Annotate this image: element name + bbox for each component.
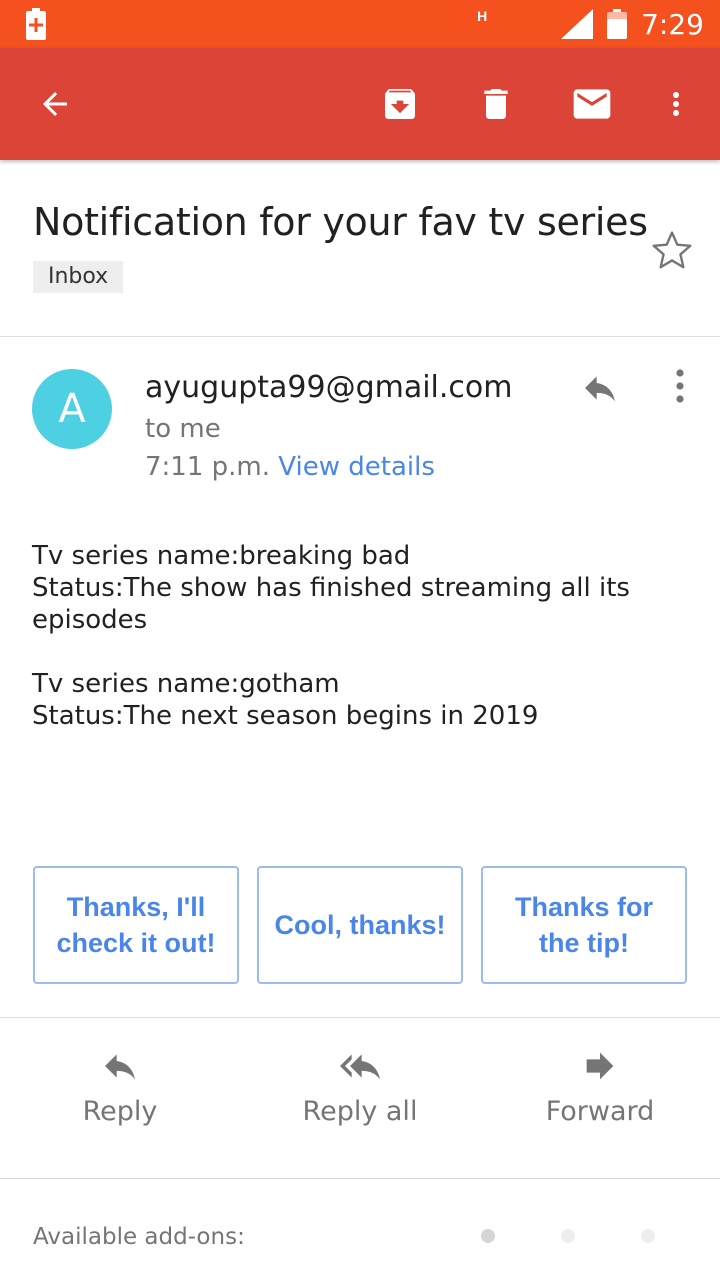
avatar[interactable]: A	[32, 369, 112, 449]
network-type: H	[477, 8, 488, 24]
body-line: Tv series name:gotham	[32, 669, 340, 699]
forward-button[interactable]: Forward	[500, 1046, 700, 1127]
forward-label: Forward	[545, 1096, 655, 1127]
email-time: 7:11 p.m.	[145, 452, 271, 482]
divider	[0, 1017, 720, 1018]
app-bar	[0, 48, 720, 160]
sender-email: ayugupta99@gmail.com	[145, 370, 513, 405]
status-bar: H 7:29	[0, 0, 720, 48]
star-icon[interactable]	[650, 228, 694, 272]
reply-button[interactable]: Reply	[20, 1046, 220, 1127]
more-vert-icon[interactable]	[652, 80, 700, 128]
battery-saver-icon	[26, 8, 46, 40]
recipient-text: to me	[145, 414, 221, 444]
archive-icon[interactable]	[376, 80, 424, 128]
reply-icon[interactable]	[578, 368, 622, 408]
signal-icon	[561, 9, 594, 39]
body-line: Status:The next season begins in 2019	[32, 701, 539, 731]
reply-all-icon	[340, 1054, 380, 1080]
time-line: 7:11 p.m. View details	[145, 452, 435, 482]
divider	[0, 336, 720, 337]
message-more-icon[interactable]	[668, 366, 692, 406]
smart-reply-button[interactable]: Thanks, I'll check it out!	[33, 866, 239, 984]
back-arrow-icon[interactable]	[31, 80, 79, 128]
view-details-link[interactable]: View details	[278, 452, 435, 482]
addon-placeholder-icon[interactable]	[561, 1229, 575, 1243]
addons-label: Available add-ons:	[33, 1224, 245, 1250]
reply-all-label: Reply all	[302, 1096, 418, 1127]
smart-reply-button[interactable]: Thanks for the tip!	[481, 866, 687, 984]
delete-icon[interactable]	[472, 80, 520, 128]
addon-placeholder-icon[interactable]	[641, 1229, 655, 1243]
body-line: Tv series name:breaking bad	[32, 541, 411, 571]
forward-icon	[586, 1052, 614, 1080]
reply-all-button[interactable]: Reply all	[260, 1046, 460, 1127]
mark-unread-icon[interactable]	[568, 80, 616, 128]
body-line: Status:The show has finished streaming a…	[32, 573, 630, 635]
email-subject: Notification for your fav tv series	[33, 200, 648, 244]
battery-icon	[607, 9, 628, 39]
email-body: Tv series name:breaking bad Status:The s…	[32, 540, 672, 732]
reply-label: Reply	[82, 1096, 158, 1127]
divider	[0, 1178, 720, 1179]
reply-icon	[105, 1054, 135, 1080]
clock: 7:29	[641, 7, 704, 41]
addon-placeholder-icon[interactable]	[481, 1229, 495, 1243]
smart-reply-button[interactable]: Cool, thanks!	[257, 866, 463, 984]
label-chip-inbox[interactable]: Inbox	[33, 261, 124, 293]
